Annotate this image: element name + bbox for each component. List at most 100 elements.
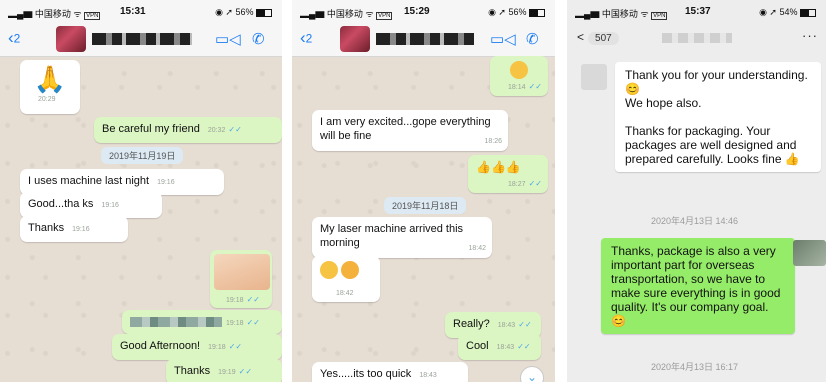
battery-percent: 54% xyxy=(779,7,798,17)
chat-panel-2: ▂▄▆ 中国移动 ᯤ VPN 15:29 ◉ ➚ 56% ‹2 ▭◁ ✆ 18:… xyxy=(292,0,555,382)
message-in[interactable]: Good...tha ks 19:16 xyxy=(20,192,162,218)
message-text: Good Afternoon! xyxy=(120,340,201,352)
phone-call-icon[interactable]: ✆ xyxy=(252,30,265,48)
read-receipt-icon: ✓✓ xyxy=(246,318,260,327)
status-bar: ▂▄▆ 中国移动 ᯤ VPN 15:31 ◉ ➚ 56% xyxy=(0,0,282,22)
message-out[interactable]: Cool 18:43 ✓✓ xyxy=(458,334,541,360)
read-receipt-icon: ✓✓ xyxy=(518,320,532,329)
video-call-icon[interactable]: ▭◁ xyxy=(215,30,241,48)
message-time: 18:43 xyxy=(419,372,437,379)
carrier-label: 中国移动 xyxy=(601,9,638,19)
vpn-badge: VPN xyxy=(651,12,668,20)
my-avatar[interactable] xyxy=(793,240,826,266)
chat-panel-1: ▂▄▆ 中国移动 ᯤ VPN 15:31 ◉ ➚ 56% ‹2 ▭◁ ✆ 🙏 2… xyxy=(0,0,282,382)
message-meta: 18:26 xyxy=(476,133,502,149)
contact-name-redacted[interactable] xyxy=(662,33,732,43)
contact-avatar[interactable] xyxy=(581,64,607,90)
message-time: 18:43 xyxy=(497,322,516,329)
carrier-label: 中国移动 xyxy=(34,9,71,19)
status-time: 15:31 xyxy=(120,6,146,17)
message-in[interactable]: Yes.....its too quick 18:43 xyxy=(312,362,468,382)
status-bar: ▂▄▆ 中国移动 ᯤ VPN 15:29 ◉ ➚ 56% xyxy=(292,0,555,22)
message-meta: 19:18 ✓✓ xyxy=(226,315,260,331)
vpn-badge: VPN xyxy=(84,12,101,20)
message-out[interactable]: Good Afternoon! 19:18 ✓✓ xyxy=(112,334,282,360)
more-options-icon[interactable]: ··· xyxy=(802,28,818,43)
contact-name-redacted[interactable] xyxy=(376,33,474,45)
read-receipt-icon: ✓✓ xyxy=(528,82,542,91)
battery-icon xyxy=(529,8,545,17)
heart-eyes-emoji-icon xyxy=(320,261,372,279)
message-emoji-out[interactable]: 👍👍👍 18:27 ✓✓ xyxy=(468,155,548,193)
message-line: We hope also. xyxy=(625,96,702,110)
phone-call-icon[interactable]: ✆ xyxy=(526,30,539,48)
read-receipt-icon: ✓✓ xyxy=(528,179,542,188)
message-timestamp: 2020年4月13日 14:46 xyxy=(651,216,739,226)
message-out[interactable]: Be careful my friend 20:32 ✓✓ xyxy=(94,117,282,143)
message-in[interactable]: My laser machine arrived this morning 18… xyxy=(312,217,492,258)
message-text: Thanks xyxy=(28,222,65,234)
chat-header: ‹2 ▭◁ ✆ xyxy=(292,22,555,57)
message-time: 18:42 xyxy=(336,290,354,297)
message-meta: 19:18 ✓✓ xyxy=(226,292,260,308)
read-receipt-icon: ✓✓ xyxy=(246,295,260,304)
read-receipt-icon: ✓✓ xyxy=(238,367,253,376)
date-separator: 2019年11月18日 xyxy=(384,197,467,214)
message-time: 18:42 xyxy=(468,245,486,252)
message-time: 19:16 xyxy=(157,179,175,186)
message-time: 19:19 xyxy=(218,369,236,376)
battery-icon xyxy=(800,8,816,17)
message-in[interactable]: Thank you for your understanding. 😊 We h… xyxy=(615,62,821,172)
status-time: 15:29 xyxy=(404,6,430,17)
battery-indicator: ◉ ➚ 56% xyxy=(215,7,272,18)
message-line: Thanks for packaging. Your packages are … xyxy=(625,124,800,166)
back-button[interactable]: ‹2 xyxy=(300,28,312,48)
message-emoji-in[interactable]: 🙏 20:29 xyxy=(20,60,80,114)
message-time: 18:27 xyxy=(508,181,526,188)
battery-percent: 56% xyxy=(508,7,527,17)
battery-icon xyxy=(256,8,272,17)
vpn-badge: VPN xyxy=(376,12,393,20)
message-line: Thank you for your understanding. 😊 xyxy=(625,68,808,96)
message-text: Be careful my friend xyxy=(102,123,200,135)
message-time: 19:18 xyxy=(208,344,226,351)
back-count: 2 xyxy=(13,31,21,46)
read-receipt-icon: ✓✓ xyxy=(517,342,531,351)
contact-avatar[interactable] xyxy=(340,26,370,52)
signal-icon: ▂▄▆ 中国移动 ᯤ VPN xyxy=(300,9,393,20)
message-emoji-in[interactable]: 18:42 xyxy=(312,256,380,302)
message-text: Good...tha ks xyxy=(28,198,94,210)
back-button[interactable]: <507 xyxy=(577,30,619,45)
message-time: 18:26 xyxy=(484,138,502,145)
blurred-content xyxy=(130,317,222,327)
contact-name-redacted[interactable] xyxy=(92,33,192,45)
back-count: 2 xyxy=(305,31,313,46)
contact-avatar[interactable] xyxy=(56,26,86,52)
message-text: Yes.....its too quick xyxy=(320,368,412,380)
message-emoji-out[interactable]: 18:14 ✓✓ xyxy=(490,56,548,96)
signal-icon: ▂▄▆ 中国移动 ᯤ VPN xyxy=(8,9,101,20)
battery-indicator: ◉ ➚ 56% xyxy=(488,7,545,18)
message-out[interactable]: Thanks 19:19 ✓✓ xyxy=(166,359,282,382)
message-time: 19:16 xyxy=(101,202,119,209)
message-text: Thanks xyxy=(174,365,211,377)
message-blurred-out[interactable]: 19:18 ✓✓ xyxy=(122,310,282,334)
chat-header: ‹2 ▭◁ ✆ xyxy=(0,22,282,57)
unread-badge: 507 xyxy=(588,32,619,45)
video-call-icon[interactable]: ▭◁ xyxy=(490,30,516,48)
message-in[interactable]: Thanks 19:16 xyxy=(20,216,128,242)
read-receipt-icon: ✓✓ xyxy=(228,342,243,351)
back-button[interactable]: ‹2 xyxy=(8,28,20,48)
signal-icon: ▂▄▆ 中国移动 ᯤ VPN xyxy=(575,9,668,20)
status-bar: ▂▄▆ 中国移动 ᯤ VPN 15:37 ◉ ➚ 54% xyxy=(567,0,826,22)
battery-percent: 56% xyxy=(235,7,254,17)
message-image-out[interactable]: 19:18 ✓✓ xyxy=(210,250,272,308)
message-meta: 18:27 ✓✓ xyxy=(500,176,542,192)
message-time: 19:18 xyxy=(226,320,244,327)
message-out[interactable]: Thanks, package is also a very important… xyxy=(601,238,795,334)
message-in[interactable]: I am very excited...gope everything will… xyxy=(312,110,508,151)
message-time: 19:18 xyxy=(226,297,244,304)
chat-panel-3: ▂▄▆ 中国移动 ᯤ VPN 15:37 ◉ ➚ 54% <507 ··· Th… xyxy=(567,0,826,382)
thumbs-up-icons: 👍👍👍 xyxy=(476,160,521,174)
status-time: 15:37 xyxy=(685,6,711,17)
